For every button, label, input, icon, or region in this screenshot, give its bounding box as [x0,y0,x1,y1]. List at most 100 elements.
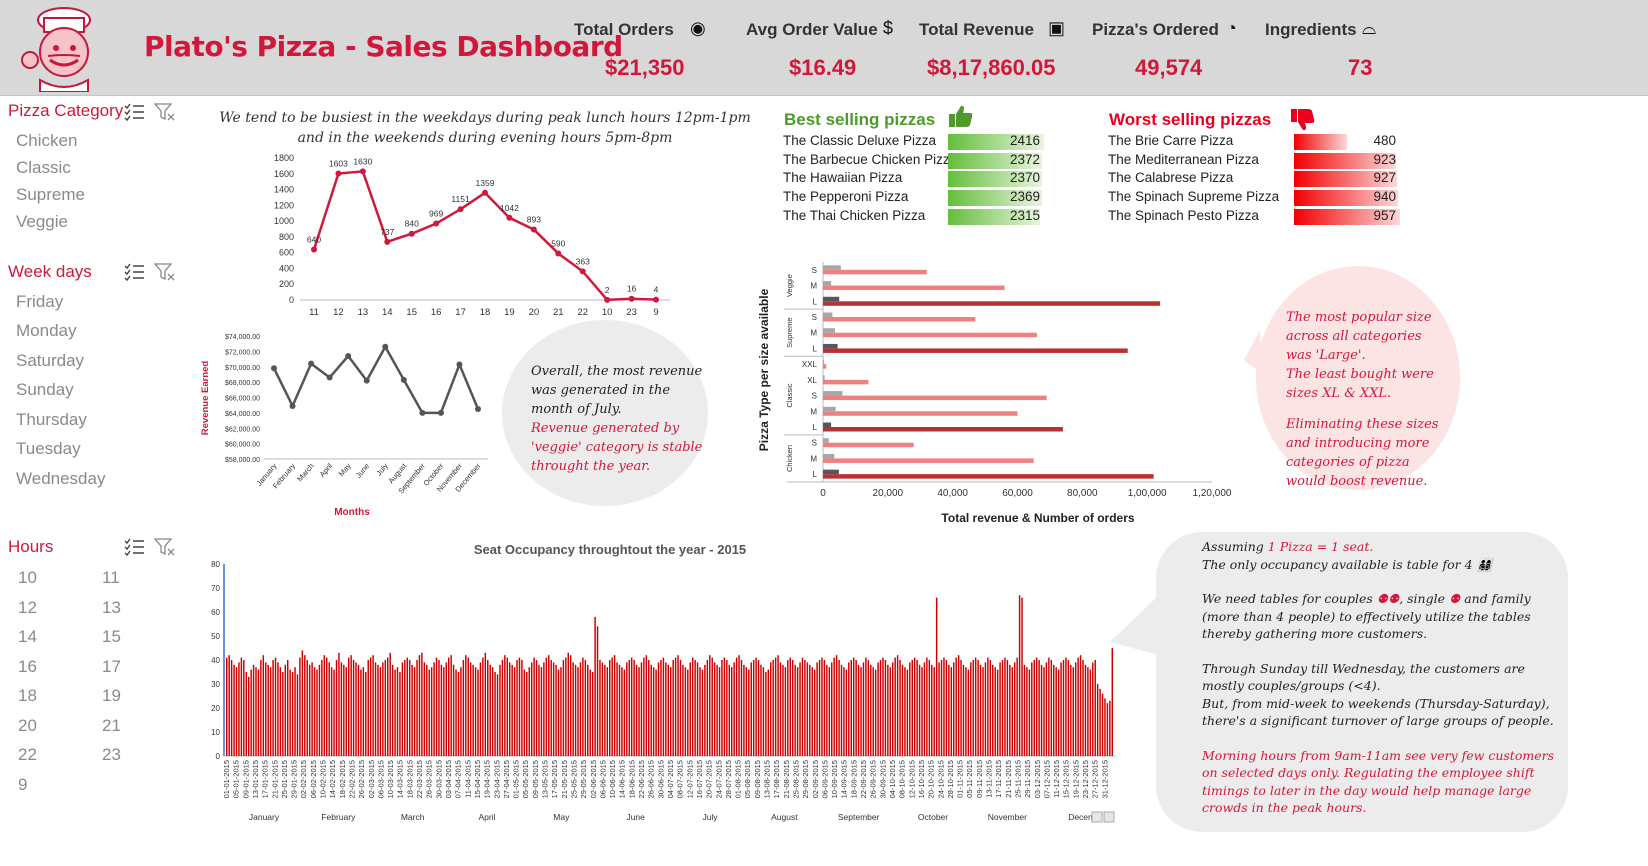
slicer-item-hour-21[interactable]: 21 [102,716,121,736]
kpi-total-orders-value: $21,350 [605,55,685,80]
slicer-item-wednesday[interactable]: Wednesday [16,469,105,489]
occupancy-bar [1013,662,1016,756]
slicer-item-chicken[interactable]: Chicken [16,131,77,151]
occupancy-bar [838,660,840,756]
slicer-item-hour-13[interactable]: 13 [102,598,121,618]
pizza-name: The Barbecue Chicken Pizza [783,151,958,167]
slicer-item-hour-17[interactable]: 17 [102,657,121,677]
slicer-item-monday[interactable]: Monday [16,321,76,341]
occupancy-bar [1062,660,1065,756]
multi-select-icon[interactable] [124,262,146,282]
occupancy-bar [899,660,901,756]
size-label: L [813,470,818,479]
revenue-insight-p1: Overall, the most revenue was generated … [531,364,703,417]
pizza-value: 2370 [1009,170,1040,186]
occupancy-bar [721,660,723,756]
clear-filter-icon[interactable] [154,262,176,282]
occupancy-bar [399,672,401,756]
slicer-item-saturday[interactable]: Saturday [16,351,84,371]
revenue-bar [823,395,1047,401]
occupancy-bar [506,657,509,756]
data-label: 1042 [500,203,519,213]
slicer-item-hour-10[interactable]: 10 [18,568,37,588]
slicer-item-classic[interactable]: Classic [16,158,71,178]
slicer-item-hour-19[interactable]: 19 [102,686,121,706]
slicer-item-sunday[interactable]: Sunday [16,380,74,400]
occupancy-bar [677,655,679,756]
size-insight-text: The most popular size across all categor… [1286,308,1442,491]
occupancy-bar [523,669,526,756]
clear-filter-icon[interactable] [154,102,176,122]
occupancy-bar [513,667,516,756]
date-label: 04-10-2015 [888,760,897,798]
x-tick-label: 22 [577,307,588,318]
slicer-item-hour-15[interactable]: 15 [102,627,121,647]
occupancy-bar [484,652,487,756]
seat-note-l3b: , single [1399,591,1445,606]
occupancy-bar [313,667,316,756]
occupancy-bar [845,669,848,756]
slicer-item-hour-14[interactable]: 14 [18,627,37,647]
occupancy-bar [235,667,238,756]
slicer-item-thursday[interactable]: Thursday [16,410,87,430]
pizza-name: The Thai Chicken Pizza [783,207,926,223]
date-label: 11-12-2015 [1052,760,1061,798]
slicer-item-hour-16[interactable]: 16 [18,657,37,677]
multi-select-icon[interactable] [124,102,146,122]
clear-filter-icon[interactable] [154,537,176,557]
occupancy-bar [479,662,482,756]
orders-bar [823,406,836,412]
y-tick-label: 1000 [274,216,294,226]
multi-select-icon[interactable] [124,537,146,557]
date-label: 19-12-2015 [1071,760,1080,798]
occupancy-bar [504,655,506,756]
slicer-item-veggie[interactable]: Veggie [16,212,68,232]
x-tick-label: 20,000 [873,488,904,499]
slicer-item-hour-18[interactable]: 18 [18,686,37,706]
occupancy-bar [1018,595,1021,756]
y-tick-label: 40 [211,656,220,665]
occupancy-bar [770,662,772,756]
occupancy-bar [765,672,767,756]
slicer-item-hour-11[interactable]: 11 [102,568,120,588]
data-point [437,409,444,416]
orders-by-hour-chart: 0 200 400 600 800 1000 1200 1400 1600 1800 11 12 13 1… [274,153,670,318]
slicer-item-hour-22[interactable]: 22 [18,745,37,765]
occupancy-bar [457,672,460,756]
occupancy-bar [579,662,582,756]
x-tick-label: 20 [529,307,540,318]
slicer-item-hour-9[interactable]: 9 [18,775,27,795]
occupancy-bar [247,676,250,756]
date-label: 21-11-2015 [1004,760,1013,798]
slicer-item-friday[interactable]: Friday [16,292,63,312]
date-label: 01-11-2015 [956,760,965,798]
date-label: 17-11-2015 [994,760,1003,798]
food-cover-icon: ⌓ [1362,18,1377,38]
occupancy-bar [406,657,408,756]
occupancy-bar [1055,667,1057,756]
busiest-hours-note: We tend to be busiest in the weekdays du… [219,110,751,146]
occupancy-bar [267,664,269,756]
occupancy-bar [640,662,643,756]
slicer-item-tuesday[interactable]: Tuesday [16,439,81,459]
occupancy-bar [938,662,940,756]
size-label: M [810,454,817,463]
occupancy-bar [760,664,762,756]
slicer-item-supreme[interactable]: Supreme [16,185,85,205]
slicer-item-hour-23[interactable]: 23 [102,745,121,765]
occupancy-bar [638,667,640,756]
date-label: 16-10-2015 [917,760,926,798]
occupancy-bar [979,664,982,756]
date-label: 10-09-2015 [830,760,839,798]
occupancy-bar [391,664,394,756]
x-tick-label: 60,000 [1002,488,1033,499]
x-tick-label: July [374,461,390,477]
occupancy-bar [589,669,591,756]
size-insight-p1: The most popular size across all categor… [1286,310,1432,363]
slicer-item-hour-20[interactable]: 20 [18,716,37,736]
slicer-item-hour-12[interactable]: 12 [18,598,37,618]
x-tick-label: 80,000 [1067,488,1098,499]
occupancy-bar [662,657,665,756]
data-label: 1603 [329,159,348,169]
occupancy-bar [674,657,677,756]
